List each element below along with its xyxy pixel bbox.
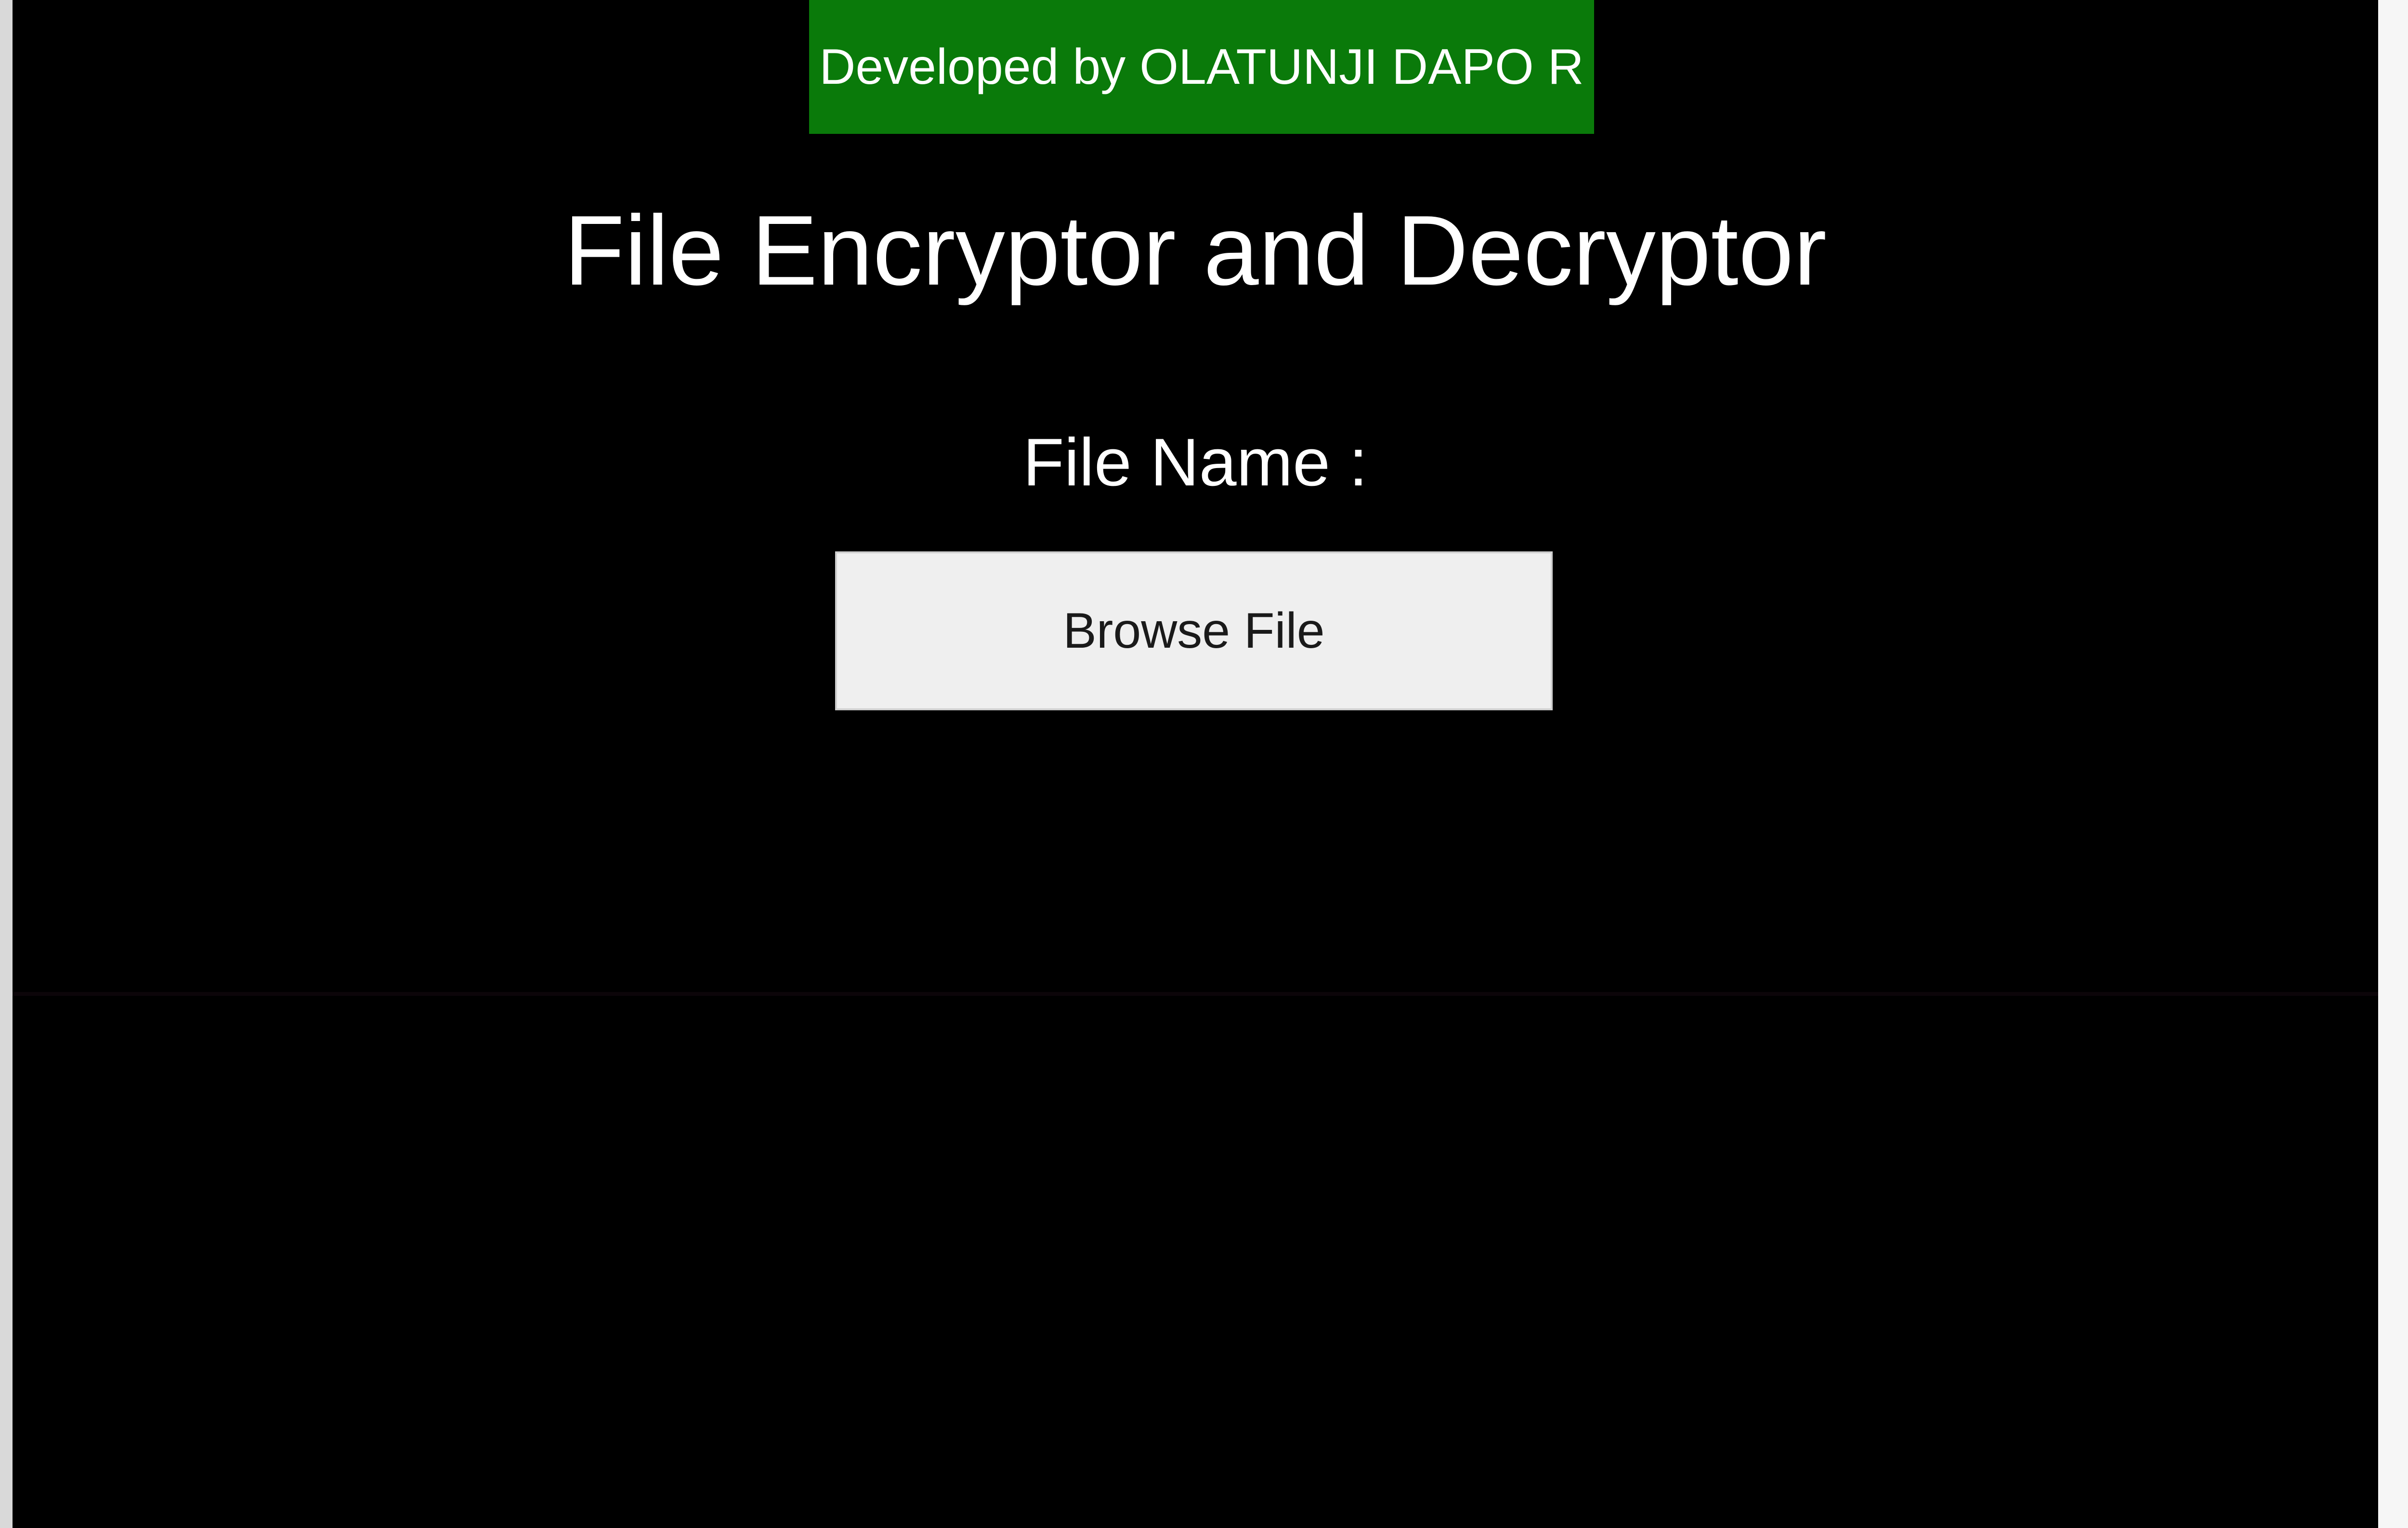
app-window: Developed by OLATUNJI DAPO R File Encryp… [13, 0, 2378, 1528]
developer-credit-banner: Developed by OLATUNJI DAPO R [809, 0, 1594, 134]
browse-file-button[interactable]: Browse File [835, 551, 1553, 710]
app-title: File Encryptor and Decryptor [564, 195, 1827, 306]
file-name-label: File Name : [1023, 424, 1368, 500]
background-window-edge-right [2378, 0, 2408, 1528]
background-window-edge-left [0, 0, 13, 1528]
divider [13, 992, 2378, 996]
